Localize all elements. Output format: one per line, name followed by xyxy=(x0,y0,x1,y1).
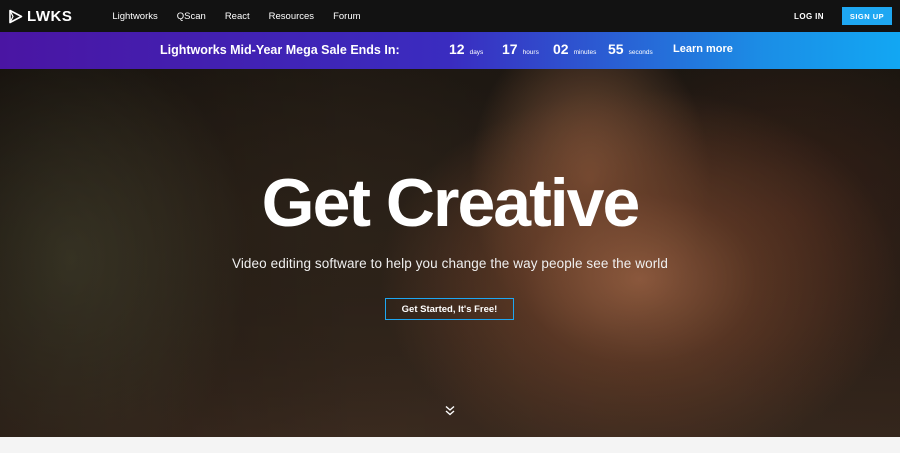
nav-link-lightworks[interactable]: Lightworks xyxy=(112,11,157,22)
countdown-hours-value: 17 xyxy=(502,41,518,57)
signup-button[interactable]: SIGN UP xyxy=(842,7,892,25)
hero-title: Get Creative xyxy=(261,165,641,241)
countdown-days: 12 days xyxy=(449,41,483,57)
countdown-hours-unit: hours xyxy=(522,49,539,56)
login-link[interactable]: LOG IN xyxy=(794,12,824,21)
site-logo[interactable]: LWKS xyxy=(9,0,72,32)
sale-banner: Lightworks Mid-Year Mega Sale Ends In: 1… xyxy=(0,32,900,69)
get-started-button[interactable]: Get Started, It's Free! xyxy=(385,298,514,320)
nav-link-react[interactable]: React xyxy=(225,11,250,22)
double-chevron-down-icon[interactable] xyxy=(444,404,456,422)
nav-link-resources[interactable]: Resources xyxy=(269,11,314,22)
countdown-hours: 17 hours xyxy=(502,41,539,57)
auth-actions: LOG IN SIGN UP xyxy=(794,0,892,32)
main-menu: Lightworks QScan React Resources Forum xyxy=(112,11,379,22)
countdown-minutes-unit: minutes xyxy=(573,49,597,56)
countdown-days-value: 12 xyxy=(449,41,465,57)
nav-link-qscan[interactable]: QScan xyxy=(177,11,206,22)
countdown-minutes: 02 minutes xyxy=(553,41,596,57)
countdown-days-unit: days xyxy=(469,49,484,56)
next-section-edge xyxy=(0,437,900,453)
hero-section: Get Creative Video editing software to h… xyxy=(0,69,900,437)
countdown-minutes-value: 02 xyxy=(553,41,569,57)
play-triangle-logo-icon xyxy=(9,9,23,24)
learn-more-link[interactable]: Learn more xyxy=(673,43,733,55)
countdown-seconds-value: 55 xyxy=(608,41,624,57)
nav-link-forum[interactable]: Forum xyxy=(333,11,360,22)
hero-subtitle: Video editing software to help you chang… xyxy=(231,256,669,271)
top-navigation: LWKS Lightworks QScan React Resources Fo… xyxy=(0,0,900,32)
countdown-seconds: 55 seconds xyxy=(608,41,653,57)
logo-text: LWKS xyxy=(27,7,73,25)
sale-banner-title: Lightworks Mid-Year Mega Sale Ends In: xyxy=(160,43,400,57)
countdown-seconds-unit: seconds xyxy=(628,49,653,56)
hero-background-video xyxy=(0,69,900,437)
